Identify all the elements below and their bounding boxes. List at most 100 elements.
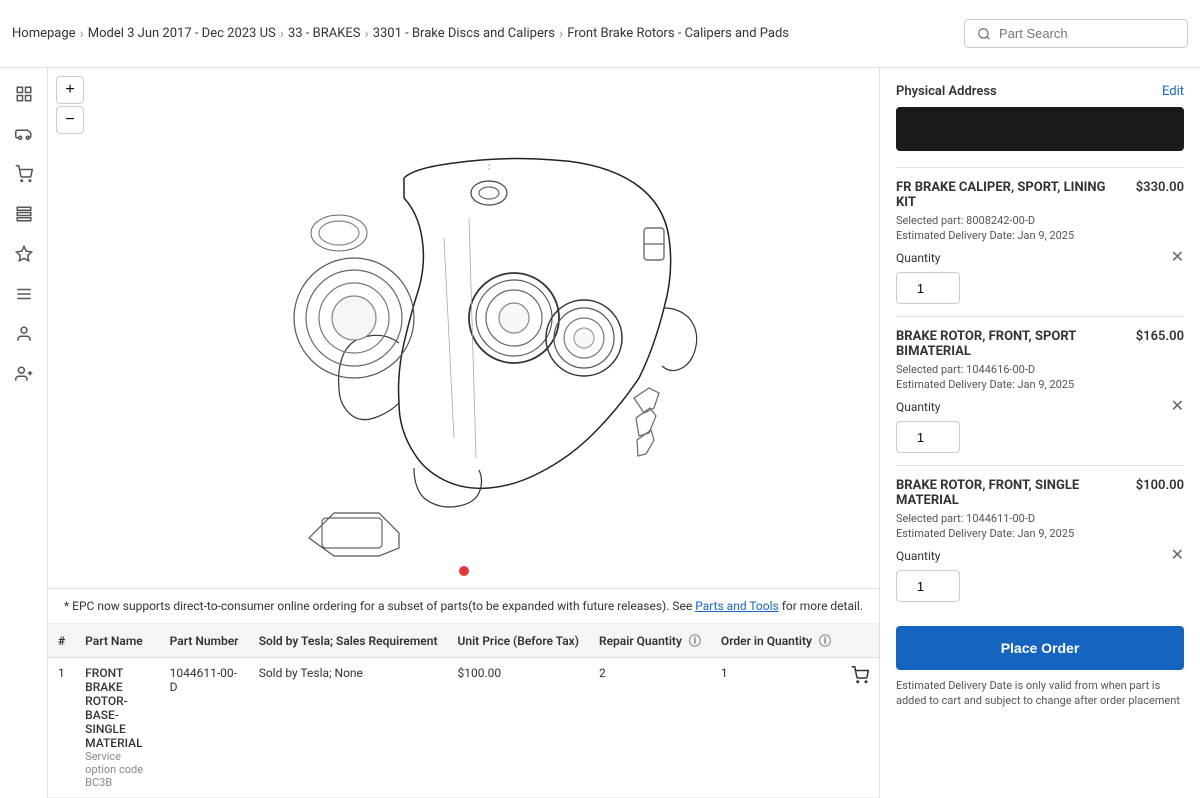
breadcrumb-current: Front Brake Rotors - Calipers and Pads [567,26,789,41]
address-header: Physical Address Edit [896,84,1184,99]
breadcrumb: Homepage › Model 3 Jun 2017 - Dec 2023 U… [12,26,964,42]
sidebar-cart-icon[interactable] [6,156,42,192]
cart-item-2-part: Selected part: 1044611-00-D [896,512,1184,525]
epc-text-suffix: for more detail. [779,599,863,613]
search-icon [977,27,991,41]
breadcrumb-sep-3: › [559,26,563,42]
sidebar-user-icon[interactable] [6,316,42,352]
zoom-in-button[interactable]: + [56,76,84,104]
cart-item-0: FR BRAKE CALIPER, SPORT, LINING KIT $330… [896,167,1184,316]
table-header-row: # Part Name Part Number Sold by Tesla; S… [48,624,879,658]
cart-item-0-name: FR BRAKE CALIPER, SPORT, LINING KIT [896,180,1128,210]
cart-item-1-part: Selected part: 1044616-00-D [896,363,1184,376]
cell-cart-action [841,658,879,798]
breadcrumb-link-homepage[interactable]: Homepage [12,26,76,41]
order-qty-info-icon[interactable]: ⓘ [819,634,831,648]
col-number: # [48,624,75,658]
cart-item-2-qty-input[interactable] [896,570,960,602]
col-repair-qty: Repair Quantity ⓘ [589,624,711,658]
breadcrumb-sep-2: › [364,26,368,42]
cart-item-0-qty-label: Quantity [896,251,940,265]
cart-item-0-price: $330.00 [1136,180,1184,195]
diagram-controls: + − [56,76,84,134]
cart-item-2: BRAKE ROTOR, FRONT, SINGLE MATERIAL $100… [896,465,1184,614]
parts-table: # Part Name Part Number Sold by Tesla; S… [48,624,879,798]
cell-sales-req: Sold by Tesla; None [249,658,448,798]
brake-diagram-svg [204,98,724,558]
cart-item-1-header: BRAKE ROTOR, FRONT, SPORT BIMATERIAL $16… [896,329,1184,359]
breadcrumb-item-2: 33 - BRAKES › [288,26,369,42]
cart-item-2-delivery: Estimated Delivery Date: Jan 9, 2025 [896,527,1184,540]
place-order-button[interactable]: Place Order [896,626,1184,670]
sidebar-list-icon[interactable] [6,196,42,232]
col-part-number: Part Number [160,624,249,658]
cart-item-0-qty-row: Quantity ✕ [896,250,1184,266]
breadcrumb-link-3301[interactable]: 3301 - Brake Discs and Calipers [373,26,555,41]
cart-item-2-qty-row: Quantity ✕ [896,548,1184,564]
part-name-text: FRONT BRAKE ROTOR- BASE- SINGLE MATERIAL [85,666,149,750]
breadcrumb-sep-1: › [280,26,284,42]
cell-row-num: 1 [48,658,75,798]
edit-address-link[interactable]: Edit [1162,84,1184,99]
sidebar-person-add-icon[interactable] [6,356,42,392]
breadcrumb-bar: Homepage › Model 3 Jun 2017 - Dec 2023 U… [0,0,1200,68]
col-actions [841,624,879,658]
col-part-name: Part Name [75,624,159,658]
cell-unit-price: $100.00 [447,658,588,798]
breadcrumb-link-model3[interactable]: Model 3 Jun 2017 - Dec 2023 US [88,26,276,41]
add-to-cart-button[interactable] [851,666,869,689]
cart-item-1-remove-button[interactable]: ✕ [1171,399,1184,415]
bottom-area: * EPC now supports direct-to-consumer on… [48,588,879,798]
cell-repair-qty: 2 [589,658,711,798]
cell-part-number: 1044611-00-D [160,658,249,798]
diagram-area: + − [48,68,880,798]
sidebar-icons [0,68,48,798]
cart-item-2-price: $100.00 [1136,478,1184,493]
col-sales-req: Sold by Tesla; Sales Requirement [249,624,448,658]
breadcrumb-item-3: 3301 - Brake Discs and Calipers › [373,26,564,42]
cart-item-0-part: Selected part: 8008242-00-D [896,214,1184,227]
col-order-qty: Order in Quantity ⓘ [711,624,841,658]
cart-item-2-qty-label: Quantity [896,549,940,563]
search-input[interactable] [999,26,1175,41]
breadcrumb-link-brakes[interactable]: 33 - BRAKES [288,26,361,41]
main-layout: + − [0,68,1200,798]
cart-item-1-qty-row: Quantity ✕ [896,399,1184,415]
sidebar-grid-icon[interactable] [6,76,42,112]
cell-order-qty: 1 [711,658,841,798]
address-section: Physical Address Edit [896,84,1184,151]
repair-qty-info-icon[interactable]: ⓘ [689,634,701,648]
cart-item-1: BRAKE ROTOR, FRONT, SPORT BIMATERIAL $16… [896,316,1184,465]
sidebar-dashboard-icon[interactable] [6,236,42,272]
breadcrumb-item-4: Front Brake Rotors - Calipers and Pads [567,26,789,41]
breadcrumb-item-1: Model 3 Jun 2017 - Dec 2023 US › [88,26,284,42]
service-code-text: Service option code BC3B [85,750,149,789]
delivery-notice: Estimated Delivery Date is only valid fr… [896,678,1184,709]
cart-item-0-delivery: Estimated Delivery Date: Jan 9, 2025 [896,229,1184,242]
search-box[interactable] [964,19,1188,48]
epc-parts-link[interactable]: Parts and Tools [695,599,779,613]
zoom-out-button[interactable]: − [56,106,84,134]
sidebar-car-icon[interactable] [6,116,42,152]
address-title: Physical Address [896,84,997,99]
epc-notice: * EPC now supports direct-to-consumer on… [48,589,879,624]
right-panel: Physical Address Edit FR BRAKE CALIPER, … [880,68,1200,798]
address-block [896,107,1184,151]
breadcrumb-sep-0: › [80,26,84,42]
cart-item-1-qty-label: Quantity [896,400,940,414]
cart-item-0-qty-input[interactable] [896,272,960,304]
cart-item-1-price: $165.00 [1136,329,1184,344]
slide-indicator [459,566,469,576]
epc-text-prefix: * EPC now supports direct-to-consumer on… [64,599,695,613]
breadcrumb-item-0: Homepage › [12,26,84,42]
cart-item-1-qty-input[interactable] [896,421,960,453]
table-row: 1 FRONT BRAKE ROTOR- BASE- SINGLE MATERI… [48,658,879,798]
cart-item-2-remove-button[interactable]: ✕ [1171,548,1184,564]
diagram-canvas: + − [48,68,879,588]
cart-item-1-name: BRAKE ROTOR, FRONT, SPORT BIMATERIAL [896,329,1128,359]
cart-item-0-remove-button[interactable]: ✕ [1171,250,1184,266]
cart-item-2-header: BRAKE ROTOR, FRONT, SINGLE MATERIAL $100… [896,478,1184,508]
cart-item-1-delivery: Estimated Delivery Date: Jan 9, 2025 [896,378,1184,391]
cell-part-name: FRONT BRAKE ROTOR- BASE- SINGLE MATERIAL… [75,658,159,798]
sidebar-menu-icon[interactable] [6,276,42,312]
